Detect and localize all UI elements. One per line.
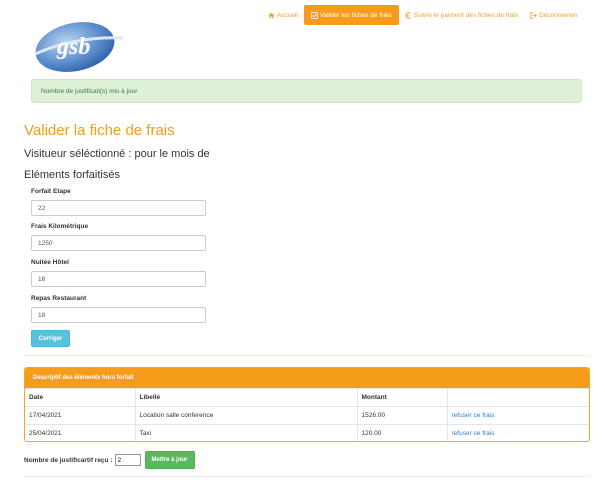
nav-accueil-label: Accueil [276,11,298,19]
section-title: Eléments forfaitisés [24,169,120,181]
success-alert: Nombre de justificati(s) mis à jour [31,79,582,103]
cell-libelle: Taxi [135,424,358,441]
nav-suivre-label: Suivre le paiment des fiches de frais [413,11,519,19]
cell-date: 25/04/2021 [25,424,136,441]
col-action [447,388,589,407]
check-square-icon [310,11,318,19]
alert-message: Nombre de justificati(s) mis à jour [41,87,138,95]
logo-text: gsb [56,34,90,60]
page-title: Valider la fiche de frais [24,122,175,139]
cell-montant: 120.00 [357,424,448,441]
col-date: Date [25,388,136,407]
forfait-etape-input[interactable] [31,200,206,216]
euro-icon [405,11,412,19]
gsb-logo: gsb [34,22,124,72]
nav-suivre[interactable]: Suivre le paiment des fiches de frais [399,5,524,25]
justificatifs-input[interactable] [114,454,141,466]
nav-deconnexion-label: Déconnexion [539,11,577,19]
table-row: 25/04/2021 Taxi 120.00 refuser ce frais [25,424,589,441]
frais-km-input[interactable] [31,235,206,251]
repas-restaurant-input[interactable] [31,307,206,323]
label-frais-km: Frais Kilométrique [31,223,89,230]
top-nav: Accueil Valider les fiches de frais Suiv… [262,5,583,25]
nav-valider-label: Valider les fiches de frais [319,11,392,19]
label-repas-restaurant: Repas Restaurant [31,295,87,302]
corriger-button[interactable]: Corriger [31,330,70,347]
nuitee-hotel-input[interactable] [31,271,206,287]
logout-icon [530,11,537,19]
justificatifs-label: Nombre de justificartif reçu : [24,456,113,464]
label-nuitee-hotel: Nuitée Hôtel [31,259,69,266]
table-header-row: Date Libellé Montant [25,388,589,407]
panel-title: Descriptif des éléments hors forfait [25,368,589,388]
justificatifs-row: Nombre de justificartif reçu : Mettre à … [24,451,195,469]
refuser-frais-link[interactable]: refuser ce frais [452,412,495,419]
selected-visitor: Visitueur séléctionné : pour le mois de [24,148,210,160]
mettre-a-jour-button[interactable]: Mettre à jour [144,451,195,469]
hors-forfait-table: Date Libellé Montant 17/04/2021 Location… [25,388,589,441]
nav-accueil[interactable]: Accueil [262,5,304,25]
divider [24,355,590,356]
table-row: 17/04/2021 Location salle conference 152… [25,406,589,425]
cell-libelle: Location salle conference [135,406,358,425]
divider [24,476,590,477]
home-icon [268,12,275,19]
label-forfait-etape: Forfait Etape [31,188,71,195]
col-libelle: Libellé [135,388,358,407]
nav-valider[interactable]: Valider les fiches de frais [303,5,399,25]
refuser-frais-link[interactable]: refuser ce frais [452,430,495,437]
cell-montant: 1526.00 [357,406,448,425]
col-montant: Montant [357,388,448,407]
hors-forfait-panel: Descriptif des éléments hors forfait Dat… [24,367,590,442]
cell-date: 17/04/2021 [25,406,136,425]
nav-deconnexion[interactable]: Déconnexion [524,5,583,25]
